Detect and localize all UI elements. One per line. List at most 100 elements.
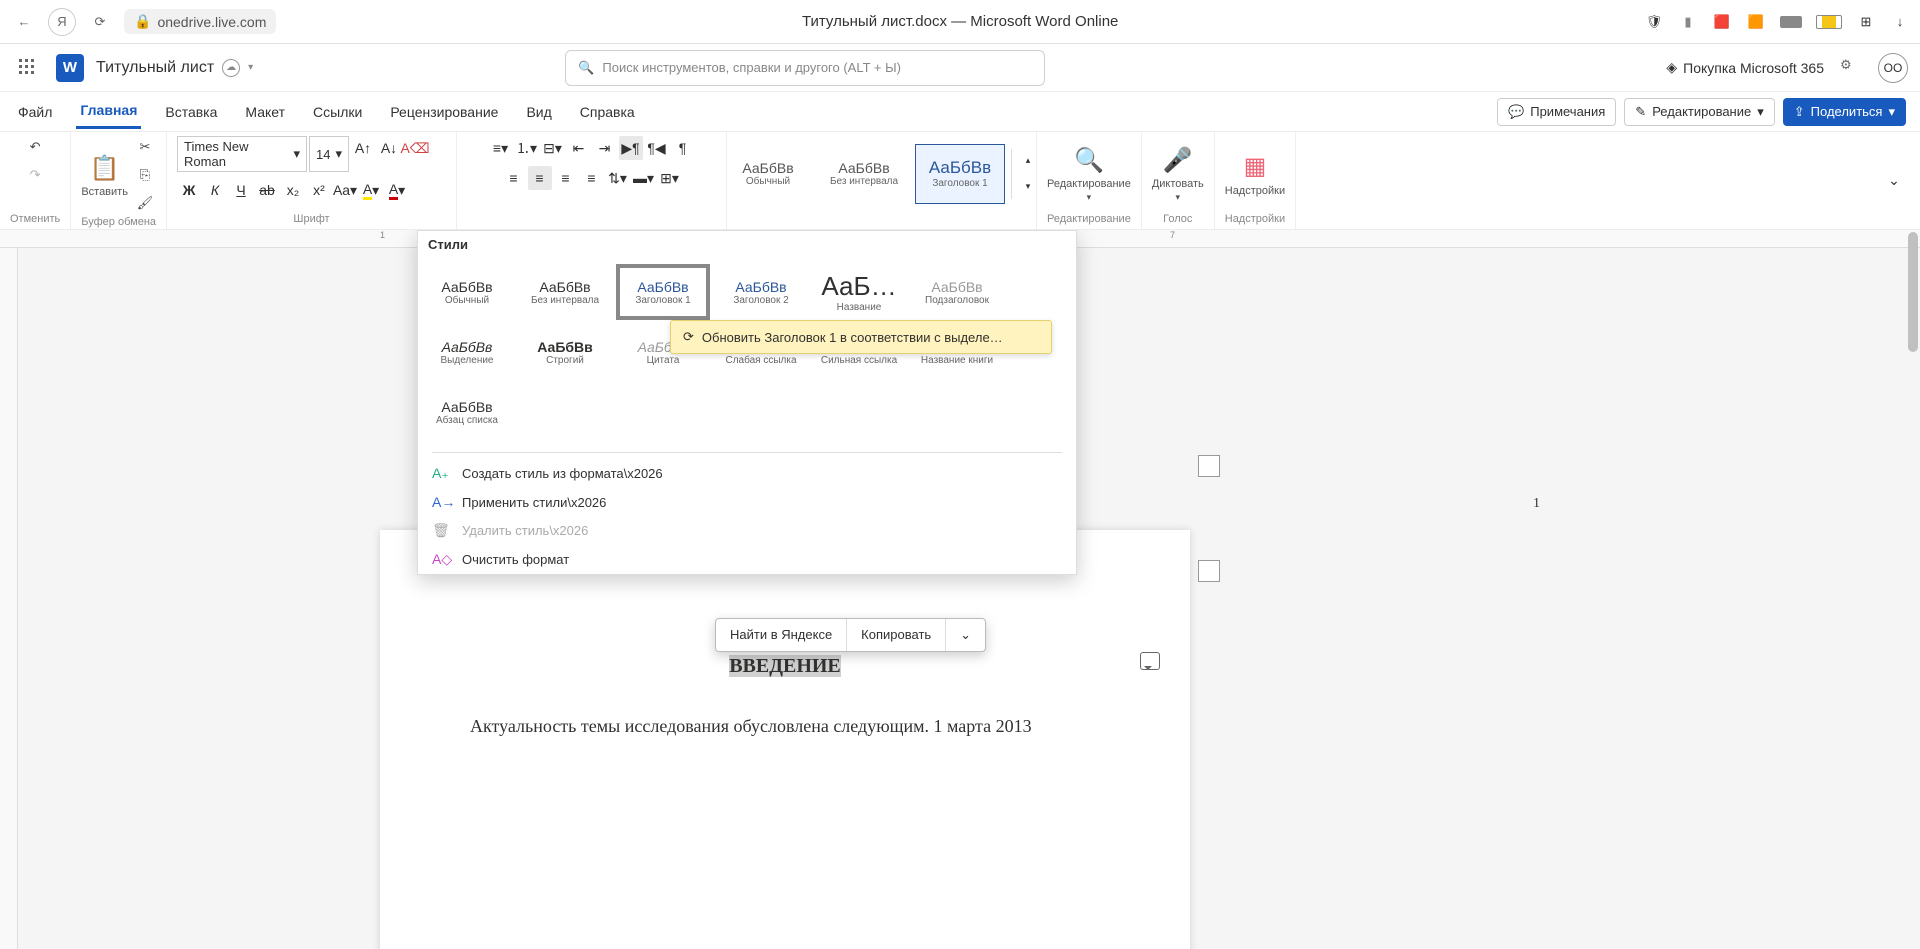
ribbon-collapse-icon[interactable]: ⌄ — [1882, 169, 1906, 193]
url-box[interactable]: 🔒 onedrive.live.com — [124, 9, 276, 34]
rtl-icon[interactable]: ¶◀ — [645, 136, 669, 160]
comments-button[interactable]: 💬Примечания — [1497, 98, 1616, 126]
document-title[interactable]: Титульный лист ☁ ▾ — [96, 59, 253, 77]
superscript-button[interactable]: x² — [307, 178, 331, 202]
line-spacing-icon[interactable]: ⇅▾ — [606, 166, 630, 190]
style-gallery-item[interactable]: АаБбВвЗаголовок 1 — [614, 262, 712, 322]
grow-font-icon[interactable]: A↑ — [351, 136, 375, 160]
tab-layout[interactable]: Макет — [241, 96, 289, 128]
borders-icon[interactable]: ⊞▾ — [658, 166, 682, 190]
extensions-icon[interactable]: ⊞ — [1856, 12, 1876, 32]
style-gallery-item[interactable]: АаБбВвПодзаголовок — [908, 262, 1006, 322]
pilcrow-icon[interactable]: ¶ — [671, 136, 695, 160]
margin-marker[interactable] — [1198, 455, 1220, 477]
align-right-icon[interactable]: ≡ — [554, 166, 578, 190]
tab-links[interactable]: Ссылки — [309, 96, 366, 128]
buy-microsoft365-button[interactable]: ◈ Покупка Microsoft 365 — [1666, 59, 1824, 76]
paste-button[interactable]: 📋 Вставить — [81, 152, 128, 198]
outdent-icon[interactable]: ⇤ — [567, 136, 591, 160]
cut-icon[interactable]: ✂ — [134, 136, 156, 158]
bullets-icon[interactable]: ≡▾ — [489, 136, 513, 160]
apply-styles-action[interactable]: A→Применить стили\x2026 — [418, 488, 1076, 516]
tab-help[interactable]: Справка — [576, 96, 639, 128]
word-app-icon[interactable]: W — [56, 54, 84, 82]
tab-insert[interactable]: Вставка — [161, 96, 221, 128]
align-center-icon[interactable]: ≡ — [528, 166, 552, 190]
style-gallery-item[interactable]: АаБбВвСтрогий — [516, 322, 614, 382]
highlight-button[interactable]: A▾ — [359, 178, 383, 202]
underline-button[interactable]: Ч — [229, 178, 253, 202]
settings-icon[interactable]: ⚙ — [1840, 57, 1862, 79]
scroll-thumb[interactable] — [1908, 232, 1918, 352]
ext3-icon[interactable] — [1780, 16, 1802, 28]
context-more-icon[interactable]: ⌄ — [946, 619, 985, 651]
undo-icon[interactable]: ↶ — [24, 136, 46, 158]
reload-button[interactable]: ⟳ — [86, 8, 114, 36]
tab-file[interactable]: Файл — [14, 96, 56, 128]
editing-mode-button[interactable]: ✎Редактирование▾ — [1624, 98, 1774, 126]
style-normal[interactable]: АаБбВвОбычный — [723, 144, 813, 204]
subscript-button[interactable]: x₂ — [281, 178, 305, 202]
dictate-button[interactable]: 🎤Диктовать▾ — [1152, 144, 1204, 203]
style-gallery-item[interactable]: АаБбВвВыделение — [418, 322, 516, 382]
style-gallery-item[interactable]: АаБбВвБез интервала — [516, 262, 614, 322]
vertical-scrollbar[interactable] — [1904, 230, 1920, 949]
format-painter-icon[interactable]: 🖌 — [134, 192, 156, 214]
buy-label: Покупка Microsoft 365 — [1683, 60, 1824, 76]
italic-button[interactable]: К — [203, 178, 227, 202]
shield-icon[interactable]: 🛡 — [1644, 12, 1664, 32]
tab-review[interactable]: Рецензирование — [386, 96, 502, 128]
indent-icon[interactable]: ⇥ — [593, 136, 617, 160]
case-button[interactable]: Aa▾ — [333, 178, 357, 202]
user-avatar[interactable]: OO — [1878, 53, 1908, 83]
update-style-tooltip[interactable]: ⟳ Обновить Заголовок 1 в соответствии с … — [670, 320, 1052, 354]
document-body-text[interactable]: Актуальность темы исследования обусловле… — [470, 710, 1100, 742]
copy-item[interactable]: Копировать — [847, 619, 946, 651]
yandex-button[interactable]: Я — [48, 8, 76, 36]
search-yandex-item[interactable]: Найти в Яндексе — [716, 619, 847, 651]
align-left-icon[interactable]: ≡ — [502, 166, 526, 190]
find-replace-button[interactable]: 🔍Редактирование▾ — [1047, 144, 1131, 203]
ext2-icon[interactable]: 🟧 — [1746, 12, 1766, 32]
style-gallery-item[interactable]: АаБбВвОбычный — [418, 262, 516, 322]
ltr-icon[interactable]: ▶¶ — [619, 136, 643, 160]
font-color-button[interactable]: A▾ — [385, 178, 409, 202]
clear-format-action[interactable]: A◇Очистить формат — [418, 545, 1076, 574]
dictate-group: 🎤Диктовать▾ Голос — [1142, 132, 1215, 229]
tab-view[interactable]: Вид — [522, 96, 555, 128]
font-group: Times New Roman▾ 14▾ A↑ A↓ A⌫ Ж К Ч ab x… — [167, 132, 457, 229]
multilevel-icon[interactable]: ⊟▾ — [541, 136, 565, 160]
addins-group: ▦Надстройки Надстройки — [1215, 132, 1296, 229]
style-gallery-item[interactable]: АаБ…Название — [810, 262, 908, 322]
trash-icon: 🗑 — [432, 522, 452, 539]
share-button[interactable]: ⇪Поделиться▾ — [1783, 98, 1906, 126]
shrink-font-icon[interactable]: A↓ — [377, 136, 401, 160]
copy-icon[interactable]: ⎘ — [134, 164, 156, 186]
downloads-icon[interactable]: ↓ — [1890, 12, 1910, 32]
font-size-select[interactable]: 14▾ — [309, 136, 349, 172]
bold-button[interactable]: Ж — [177, 178, 201, 202]
style-gallery-item[interactable]: АаБбВвЗаголовок 2 — [712, 262, 810, 322]
margin-marker[interactable] — [1198, 560, 1220, 582]
create-style-action[interactable]: A₊Создать стиль из формата\x2026 — [418, 459, 1076, 488]
style-gallery-item[interactable]: АаБбВвАбзац списка — [418, 382, 516, 442]
style-no-spacing[interactable]: АаБбВвБез интервала — [819, 144, 909, 204]
clear-format-icon[interactable]: A⌫ — [403, 136, 427, 160]
bookmark-icon[interactable]: ▮ — [1678, 12, 1698, 32]
search-box[interactable]: 🔍 Поиск инструментов, справки и другого … — [565, 50, 1045, 86]
app-launcher-icon[interactable] — [12, 52, 44, 84]
paste-icon: 📋 — [89, 152, 121, 184]
strike-button[interactable]: ab — [255, 178, 279, 202]
tab-home[interactable]: Главная — [76, 94, 141, 129]
chevron-down-icon[interactable]: ▾ — [248, 62, 253, 73]
numbering-icon[interactable]: ⒈▾ — [515, 136, 539, 160]
justify-icon[interactable]: ≡ — [580, 166, 604, 190]
redo-icon[interactable]: ↷ — [24, 164, 46, 186]
style-heading1[interactable]: АаБбВвЗаголовок 1 — [915, 144, 1005, 204]
document-heading[interactable]: ВВЕДЕНИЕ — [380, 655, 1190, 678]
ext1-icon[interactable]: 🟥 — [1712, 12, 1732, 32]
addins-button[interactable]: ▦Надстройки — [1225, 151, 1285, 197]
shading-icon[interactable]: ▬▾ — [632, 166, 656, 190]
font-family-select[interactable]: Times New Roman▾ — [177, 136, 307, 172]
back-button[interactable]: ← — [10, 8, 38, 36]
